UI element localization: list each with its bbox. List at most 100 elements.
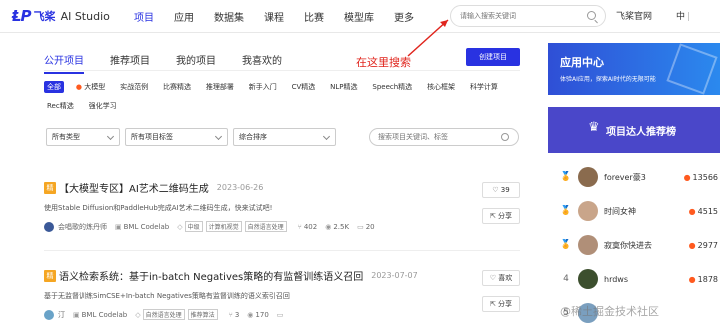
fork-icon: ⑂ [228, 310, 233, 319]
eye-icon: ◉ [247, 310, 254, 319]
project-search[interactable] [369, 128, 519, 146]
category-practical[interactable]: 实战范例 [117, 81, 151, 93]
decorative-shape-icon [666, 43, 718, 95]
leader-name[interactable]: hrdws [604, 275, 684, 284]
share-button[interactable]: ⇱ 分享 [482, 208, 520, 224]
right-sidebar: 应用中心 体验AI应用，探索AI时代的无限可能 ♛ 项目达人推荐榜 [548, 43, 720, 153]
featured-badge: 精 [44, 269, 56, 282]
category-large-model[interactable]: ● 大模型 [73, 81, 108, 93]
project-env: ▣ BML Codelab [73, 310, 128, 319]
crown-icon: ♛ [588, 120, 600, 135]
category-scientific-computing[interactable]: 科学计算 [467, 81, 501, 93]
nav-item-competitions[interactable]: 比赛 [304, 9, 324, 24]
leaderboard-row[interactable]: 🏅 寂寞你快进去 ● 2977 [560, 235, 720, 255]
comment-count: ▭ [277, 311, 286, 319]
leaderboard-banner[interactable]: ♛ 项目达人推荐榜 [548, 107, 720, 153]
project-author[interactable]: 汀 [44, 309, 65, 320]
share-button[interactable]: ⇱ 分享 [482, 296, 520, 312]
leader-name[interactable]: 时间女神 [604, 206, 684, 217]
leader-score: ● 4515 [688, 206, 718, 216]
leader-score: ● 2977 [688, 240, 718, 250]
comment-count: ▭ 20 [357, 222, 375, 231]
tag-label[interactable]: 自然语言处理 [142, 309, 185, 320]
app-center-subtitle: 体验AI应用，探索AI时代的无限可能 [560, 76, 656, 83]
annotation-text: 在这里搜索 [356, 56, 411, 69]
fork-icon: ⑂ [297, 222, 302, 231]
project-meta: 会唱歌的炼丹师 ▣ BML Codelab ◇ 中级 计算机视觉 自然语言处理 ⑂… [44, 221, 520, 232]
fork-count: ⑂ 3 [228, 310, 240, 319]
nav-item-projects[interactable]: 项目 [134, 9, 154, 24]
heart-icon: ♡ [489, 274, 497, 282]
featured-badge: 精 [44, 181, 56, 194]
comment-icon: ▭ [357, 222, 364, 231]
avatar [578, 201, 598, 221]
project-card[interactable]: 精 【大模型专区】AI艺术二维码生成 2023-06-26 使用Stable D… [44, 180, 520, 232]
search-icon[interactable] [501, 133, 509, 141]
global-search-input[interactable] [460, 6, 580, 26]
tag-label[interactable]: 中级 [184, 221, 203, 232]
leaderboard-row[interactable]: 🏅 forever豪3 ● 13566 [560, 167, 720, 187]
language-label: 中 [676, 12, 686, 22]
project-tags: ◇ 自然语言处理 推荐算法 [135, 309, 220, 320]
category-speech[interactable]: Speech精选 [369, 81, 415, 93]
leader-score: ● 1878 [688, 274, 718, 284]
tabs-divider [44, 70, 520, 71]
fork-count: ⑂ 402 [297, 222, 318, 231]
project-search-input[interactable] [378, 129, 498, 145]
leaderboard-row[interactable]: 4 hrdws ● 1878 [560, 269, 720, 289]
comment-icon: ▭ [276, 310, 284, 319]
tag-label[interactable]: 自然语言处理 [244, 221, 287, 232]
nav-item-apps[interactable]: 应用 [174, 9, 194, 24]
category-nlp[interactable]: NLP精选 [327, 81, 360, 93]
project-title[interactable]: 【大模型专区】AI艺术二维码生成 [59, 180, 209, 195]
category-filter: 全部 ● 大模型 实战范例 比赛精选 推理部署 新手入门 CV精选 NLP精选 … [44, 81, 520, 119]
fire-icon: ● [683, 172, 691, 182]
tag-label[interactable]: 计算机视觉 [205, 221, 242, 232]
project-description: 基于无监督训练SimCSE+In-batch Negatives策略有监督训练的… [44, 292, 290, 300]
category-deployment[interactable]: 推理部署 [203, 81, 237, 93]
category-cv[interactable]: CV精选 [289, 81, 319, 93]
view-count: ◉ 2.5K [325, 222, 350, 231]
tag-icon: ◇ [135, 310, 141, 319]
project-title[interactable]: 语义检索系统：基于in-batch Negatives策略的有监督训练语义召回 [59, 268, 363, 283]
category-rec[interactable]: Rec精选 [44, 100, 77, 112]
like-button[interactable]: ♡ 39 [482, 182, 520, 198]
official-site-link[interactable]: 飞桨官网 [616, 9, 652, 22]
leader-name[interactable]: 寂寞你快进去 [604, 240, 684, 251]
app-center-banner[interactable]: 应用中心 体验AI应用，探索AI时代的无限可能 [548, 43, 720, 95]
share-icon: ⇱ [489, 300, 496, 308]
avatar [578, 235, 598, 255]
project-card[interactable]: 精 语义检索系统：基于in-batch Negatives策略的有监督训练语义召… [44, 268, 520, 320]
nav-item-datasets[interactable]: 数据集 [214, 9, 244, 24]
tag-label[interactable]: 推荐算法 [187, 309, 218, 320]
avatar [578, 269, 598, 289]
create-project-button[interactable]: 创建项目 [466, 48, 520, 66]
category-competition[interactable]: 比赛精选 [160, 81, 194, 93]
avatar [578, 167, 598, 187]
nav-item-courses[interactable]: 课程 [264, 9, 284, 24]
product-name: AI Studio [60, 9, 110, 23]
global-search[interactable] [450, 5, 606, 27]
gold-medal-icon: 🏅 [560, 172, 572, 182]
logo[interactable]: ⱠP 飞桨 AI Studio [12, 7, 110, 25]
search-icon[interactable] [587, 11, 596, 20]
type-select[interactable]: 所有类型 [46, 128, 120, 146]
project-author[interactable]: 会唱歌的炼丹师 [44, 221, 107, 232]
nav-item-models[interactable]: 模型库 [344, 9, 374, 24]
category-rl[interactable]: 强化学习 [86, 100, 120, 112]
sort-select[interactable]: 综合排序 [233, 128, 336, 146]
project-description: 使用Stable Diffusion和PaddleHub完成AI艺术二维码生成，… [44, 204, 273, 212]
leaderboard-row[interactable]: 🏅 时间女神 ● 4515 [560, 201, 720, 221]
leaderboard-title: 项目达人推荐榜 [606, 127, 676, 138]
category-beginner[interactable]: 新手入门 [246, 81, 280, 93]
tag-select[interactable]: 所有项目标签 [125, 128, 228, 146]
heart-icon: ♡ [492, 186, 499, 194]
brand-name: 飞桨 [33, 10, 56, 23]
language-switch[interactable]: 中 | [676, 9, 690, 22]
avatar [44, 221, 54, 232]
category-core-framework[interactable]: 核心框架 [424, 81, 458, 93]
category-all[interactable]: 全部 [44, 81, 64, 93]
like-button[interactable]: ♡ 喜欢 [482, 270, 520, 286]
view-count: ◉ 170 [247, 310, 269, 319]
leader-name[interactable]: forever豪3 [604, 172, 684, 183]
